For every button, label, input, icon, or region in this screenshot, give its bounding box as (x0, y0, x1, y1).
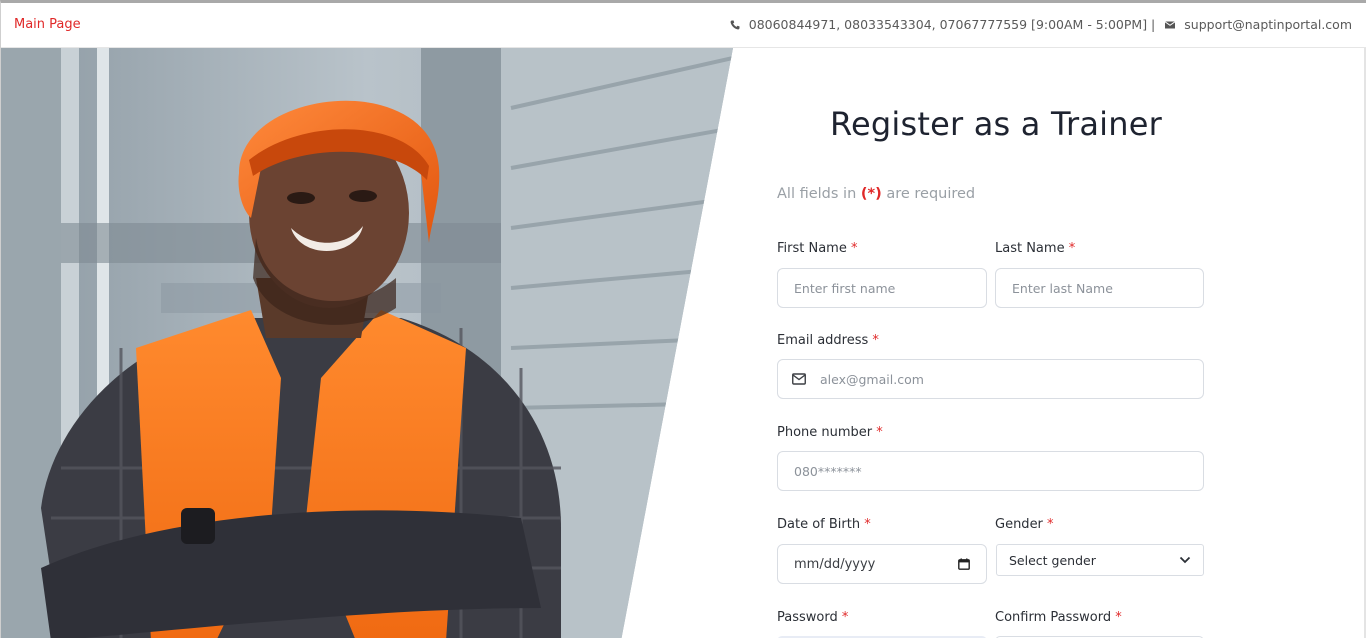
dob-field[interactable]: mm/dd/yyyy (777, 544, 987, 584)
first-name-input[interactable] (794, 280, 986, 296)
page: Main Page 08060844971, 08033543304, 0706… (0, 0, 1366, 638)
email-field[interactable] (777, 359, 1204, 399)
calendar-icon[interactable] (958, 558, 970, 570)
gender-value: Select gender (1009, 552, 1096, 568)
main-page-link[interactable]: Main Page (14, 17, 81, 32)
gender-select[interactable]: Select gender (996, 544, 1204, 576)
hero-image (1, 48, 733, 638)
password-label: Password * (777, 610, 849, 625)
last-name-input[interactable] (1012, 280, 1203, 296)
confirm-password-label: Confirm Password * (995, 610, 1122, 625)
gender-label: Gender * (995, 517, 1054, 532)
phone-field[interactable] (777, 451, 1204, 491)
first-name-field[interactable] (777, 268, 987, 308)
dob-value: mm/dd/yyyy (794, 556, 876, 572)
required-note: All fields in (*) are required (777, 186, 976, 202)
first-name-label: First Name * (777, 241, 858, 256)
phone-numbers: 08060844971, 08033543304, 07067777559 [9… (748, 17, 1156, 32)
email-label: Email address * (777, 333, 879, 348)
phone-input[interactable] (794, 463, 1203, 479)
envelope-icon (792, 373, 806, 385)
email-input[interactable] (820, 371, 1203, 387)
contact-info: 08060844971, 08033543304, 07067777559 [9… (730, 17, 1352, 32)
last-name-field[interactable] (995, 268, 1204, 308)
phone-label: Phone number * (777, 425, 883, 440)
top-bar: Main Page 08060844971, 08033543304, 0706… (1, 3, 1366, 48)
support-email[interactable]: support@naptinportal.com (1184, 17, 1352, 32)
envelope-icon (1165, 20, 1176, 28)
phone-icon (730, 20, 740, 29)
dob-label: Date of Birth * (777, 517, 871, 532)
chevron-down-icon (1179, 556, 1191, 564)
last-name-label: Last Name * (995, 241, 1076, 256)
page-title: Register as a Trainer (830, 105, 1162, 143)
